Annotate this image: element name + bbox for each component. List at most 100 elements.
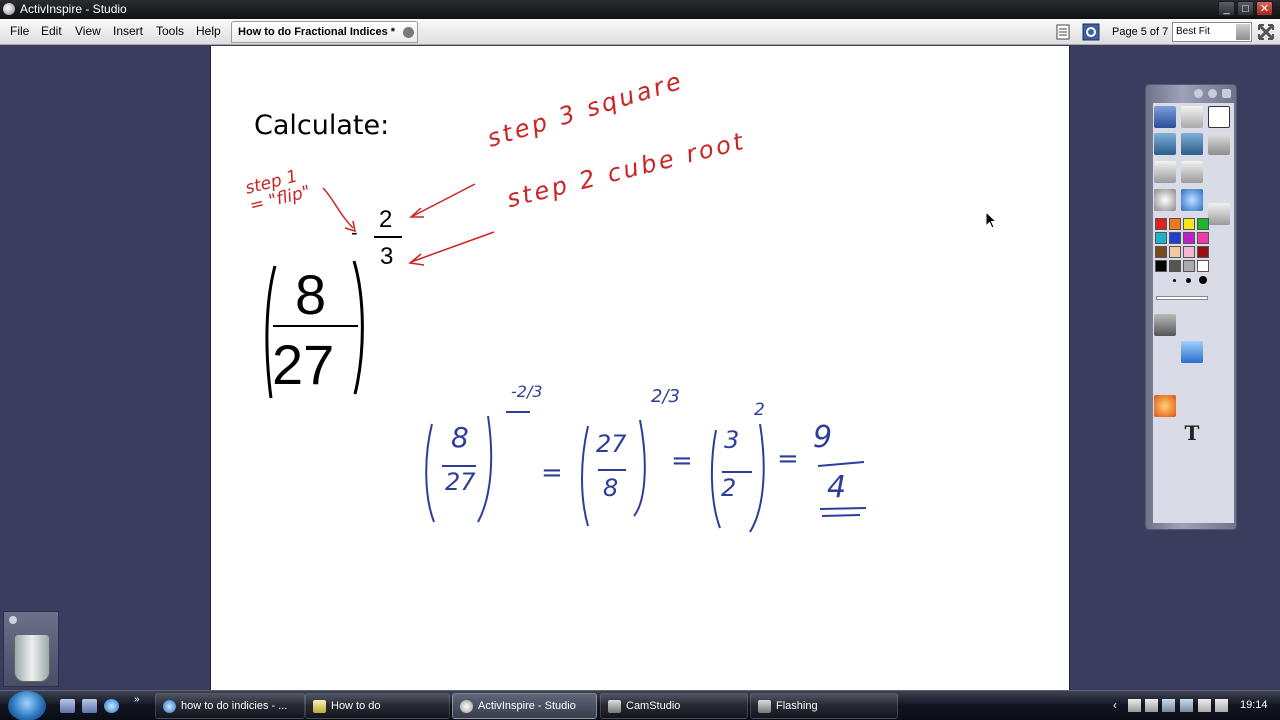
network-icon[interactable] bbox=[1162, 699, 1175, 712]
fill-icon[interactable] bbox=[1181, 368, 1203, 390]
color-blue[interactable] bbox=[1169, 232, 1181, 244]
shape-icon[interactable] bbox=[1154, 395, 1176, 417]
tray-device-icon[interactable] bbox=[1145, 699, 1158, 712]
revert-icon[interactable] bbox=[1181, 133, 1203, 155]
document-icon bbox=[313, 700, 326, 713]
taskbar: » how to do indicies - ... How to do Act… bbox=[0, 690, 1280, 720]
pen-width-small[interactable] bbox=[1173, 279, 1176, 282]
text-tool-icon[interactable]: T bbox=[1181, 422, 1203, 444]
color-orange[interactable] bbox=[1169, 218, 1181, 230]
color-cyan[interactable] bbox=[1155, 232, 1167, 244]
menu-edit[interactable]: Edit bbox=[41, 24, 62, 38]
pen-width-large[interactable] bbox=[1199, 276, 1207, 284]
trash-icon[interactable] bbox=[14, 634, 50, 682]
annotation-step1: step 1 = "flip" bbox=[243, 166, 313, 217]
start-button[interactable] bbox=[8, 691, 46, 720]
tools-icon[interactable] bbox=[1154, 503, 1176, 525]
toolbox-minimize-icon[interactable] bbox=[1208, 89, 1217, 98]
pen-width-slider[interactable] bbox=[1156, 296, 1208, 300]
menu-file[interactable]: File bbox=[10, 24, 29, 38]
menu-view[interactable]: View bbox=[75, 24, 101, 38]
document-tab[interactable]: How to do Fractional Indices * bbox=[231, 21, 418, 43]
connector-icon[interactable] bbox=[1181, 395, 1203, 417]
next-page-icon[interactable] bbox=[1181, 161, 1203, 183]
color-magenta[interactable] bbox=[1197, 232, 1209, 244]
previous-page-icon[interactable] bbox=[1154, 161, 1176, 183]
clock[interactable]: 19:14 bbox=[1240, 699, 1268, 711]
window-close-button[interactable]: ✕ bbox=[1256, 1, 1273, 16]
menu-help[interactable]: Help bbox=[196, 24, 221, 38]
close-document-icon[interactable] bbox=[1256, 22, 1276, 42]
reset-page-icon[interactable] bbox=[1154, 133, 1176, 155]
trash-panel[interactable] bbox=[3, 611, 59, 687]
annotation-step3: step 3 square bbox=[484, 66, 688, 153]
color-green[interactable] bbox=[1197, 218, 1209, 230]
color-grey[interactable] bbox=[1183, 260, 1195, 272]
task-camstudio[interactable]: CamStudio bbox=[600, 693, 748, 719]
clipboard-icon[interactable] bbox=[1208, 368, 1230, 390]
pen-tool-icon[interactable] bbox=[1181, 314, 1203, 336]
toolbox-options-icon[interactable] bbox=[1222, 89, 1231, 98]
show-desktop-icon[interactable] bbox=[60, 699, 75, 713]
color-yellow[interactable] bbox=[1183, 218, 1195, 230]
color-peach[interactable] bbox=[1169, 246, 1181, 258]
color-brown[interactable] bbox=[1155, 246, 1167, 258]
color-purple[interactable] bbox=[1183, 232, 1195, 244]
answer-numerator: 9 bbox=[813, 420, 833, 455]
flipchart-page[interactable]: Calculate: - 2 3 8 27 step 1 = "flip" st… bbox=[210, 46, 1070, 690]
color-black[interactable] bbox=[1155, 260, 1167, 272]
chevron-right-icon[interactable]: » bbox=[134, 694, 140, 705]
task-activinspire[interactable]: ActivInspire - Studio bbox=[452, 693, 597, 719]
select-tool-icon[interactable] bbox=[1154, 314, 1176, 336]
tab-close-icon[interactable] bbox=[403, 27, 414, 38]
chevron-down-icon[interactable] bbox=[1236, 24, 1250, 40]
forward-icon[interactable] bbox=[1181, 476, 1203, 498]
clear-icon[interactable] bbox=[1208, 203, 1230, 225]
term2-denominator: 8 bbox=[603, 474, 619, 502]
tray-activinspire-icon[interactable] bbox=[1215, 699, 1228, 712]
redo-icon[interactable] bbox=[1154, 476, 1176, 498]
menu-tools[interactable]: Tools bbox=[156, 24, 184, 38]
color-dark-red[interactable] bbox=[1197, 246, 1209, 258]
pen-icon[interactable] bbox=[1154, 341, 1176, 363]
marker-icon[interactable] bbox=[1154, 422, 1176, 444]
task-flashing[interactable]: Flashing bbox=[750, 693, 898, 719]
color-pink[interactable] bbox=[1183, 246, 1195, 258]
menu-insert[interactable]: Insert bbox=[113, 24, 143, 38]
desktop-annotate-icon[interactable] bbox=[1181, 503, 1203, 525]
camera-icon[interactable] bbox=[1181, 189, 1203, 211]
minimize-button[interactable]: _ bbox=[1218, 1, 1235, 16]
toolbox-pin-icon[interactable] bbox=[1194, 89, 1203, 98]
maximize-button[interactable]: □ bbox=[1237, 1, 1254, 16]
magic-ink-icon[interactable] bbox=[1154, 449, 1176, 471]
trash-pin-icon[interactable] bbox=[9, 616, 17, 624]
browsers-icon[interactable] bbox=[1181, 106, 1203, 128]
color-dark-grey[interactable] bbox=[1169, 260, 1181, 272]
eraser-icon[interactable] bbox=[1154, 368, 1176, 390]
internet-explorer-icon[interactable] bbox=[104, 699, 119, 713]
delete-icon[interactable] bbox=[1208, 422, 1230, 444]
switch-windows-icon[interactable] bbox=[82, 699, 97, 713]
highlighter-icon[interactable] bbox=[1181, 341, 1203, 363]
main-menu-icon[interactable] bbox=[1154, 106, 1176, 128]
settings-icon[interactable] bbox=[1082, 23, 1100, 41]
pen-width-medium[interactable] bbox=[1186, 278, 1191, 283]
main-toolbox[interactable]: T bbox=[1145, 84, 1237, 530]
zoom-select[interactable]: Best Fit bbox=[1172, 22, 1252, 42]
record-icon[interactable] bbox=[1154, 189, 1176, 211]
tray-expand-icon[interactable]: ‹ bbox=[1113, 698, 1117, 712]
tray-app-icon[interactable] bbox=[1128, 699, 1141, 712]
undo-icon[interactable] bbox=[1181, 449, 1203, 471]
task-document[interactable]: How to do bbox=[305, 693, 450, 719]
tray-monitor-icon[interactable] bbox=[1180, 699, 1193, 712]
color-red[interactable] bbox=[1155, 218, 1167, 230]
function-icon[interactable] bbox=[1208, 106, 1230, 128]
page-heading: Calculate: bbox=[254, 110, 390, 141]
task-browser[interactable]: how to do indicies - ... bbox=[155, 693, 305, 719]
page-browser-icon[interactable] bbox=[1054, 23, 1072, 41]
color-white[interactable] bbox=[1197, 260, 1209, 272]
volume-icon[interactable] bbox=[1198, 699, 1211, 712]
profiles-icon[interactable] bbox=[1208, 133, 1230, 155]
duplicate-icon[interactable] bbox=[1208, 449, 1230, 471]
scissors-icon[interactable] bbox=[1208, 314, 1230, 336]
